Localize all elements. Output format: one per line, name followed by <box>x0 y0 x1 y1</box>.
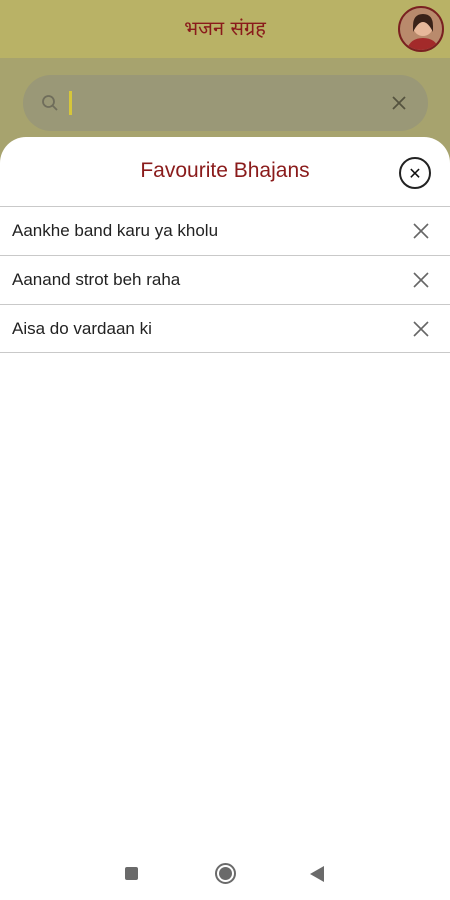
favourites-sheet: Favourite Bhajans ✕ Aankhe band karu ya … <box>0 137 450 850</box>
home-icon-dot <box>219 867 232 880</box>
remove-icon[interactable] <box>412 222 430 240</box>
search-icon <box>42 95 58 111</box>
favourites-list: Aankhe band karu ya kholu Aanand strot b… <box>0 206 450 353</box>
list-item[interactable]: Aanand strot beh raha <box>0 255 450 304</box>
clear-icon[interactable] <box>390 94 408 112</box>
list-item-label: Aanand strot beh raha <box>12 270 181 289</box>
app-title: भजन संग्रह <box>184 16 266 40</box>
avatar-image <box>400 8 442 50</box>
home-icon[interactable] <box>215 863 236 884</box>
list-item-label: Aankhe band karu ya kholu <box>12 221 219 240</box>
sheet-title: Favourite Bhajans <box>140 159 310 182</box>
remove-icon[interactable] <box>412 271 430 289</box>
app-header: भजन संग्रह <box>0 0 450 58</box>
list-item[interactable]: Aankhe band karu ya kholu <box>0 206 450 255</box>
search-bar[interactable] <box>23 75 428 131</box>
close-sheet-button[interactable]: ✕ <box>399 157 431 189</box>
recent-apps-icon[interactable] <box>125 867 138 880</box>
search-input[interactable] <box>69 91 72 115</box>
list-item[interactable]: Aisa do vardaan ki <box>0 304 450 353</box>
remove-icon[interactable] <box>412 320 430 338</box>
back-icon[interactable] <box>310 866 324 882</box>
system-nav-bar <box>0 850 450 900</box>
avatar[interactable] <box>398 6 444 52</box>
close-icon: ✕ <box>408 163 422 183</box>
list-item-label: Aisa do vardaan ki <box>12 318 152 338</box>
